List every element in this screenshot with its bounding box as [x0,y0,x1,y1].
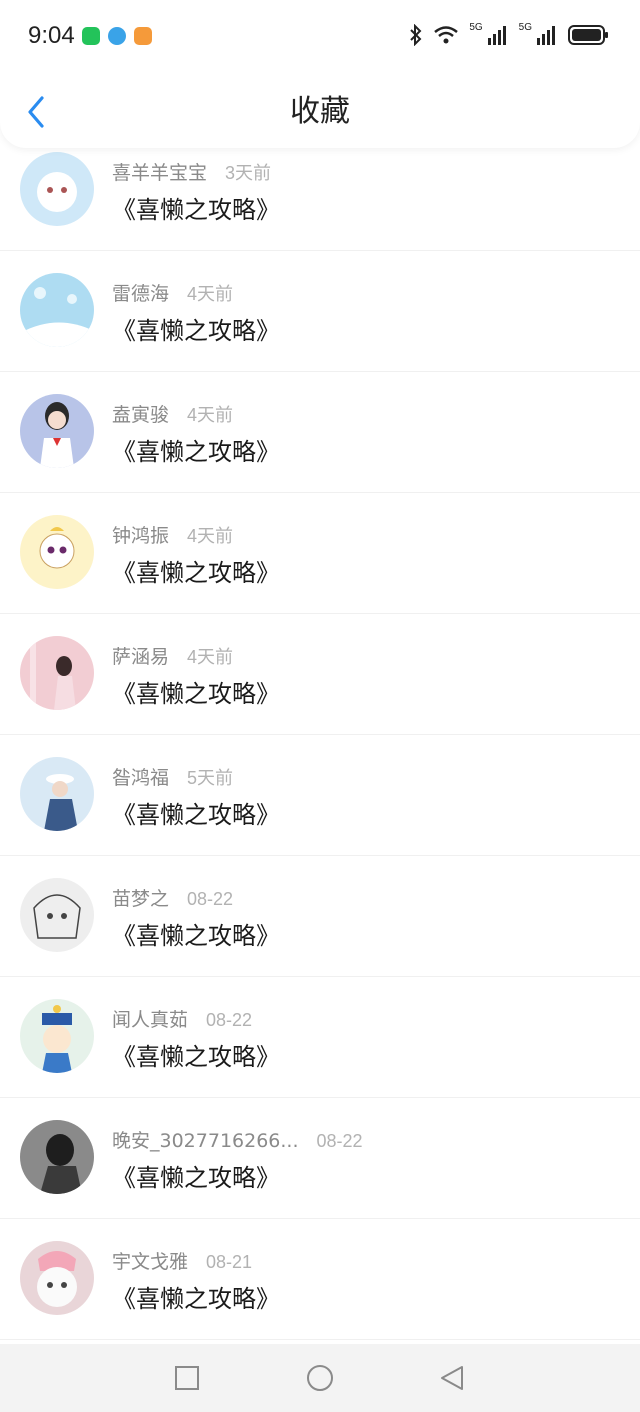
list-item[interactable]: 晚安_3027716266... 08-22 《喜懒之攻略》 [0,1098,640,1219]
signal-icon [487,26,506,45]
avatar[interactable] [20,757,94,831]
user-name: 萨涵易 [112,646,170,668]
avatar[interactable] [20,273,94,347]
avatar[interactable] [20,515,94,589]
user-name: 盍寅骏 [112,404,170,426]
status-app-icons [82,27,152,45]
item-meta: 喜羊羊宝宝 3天前 [112,158,271,185]
signal-label: 5G [518,21,532,33]
item-title: 《喜懒之攻略》 [112,196,280,224]
item-title: 《喜懒之攻略》 [112,1043,280,1071]
list-item[interactable]: 雷德海 4天前 《喜懒之攻略》 [0,251,640,372]
list-item[interactable]: 闻人真茹 08-22 《喜懒之攻略》 [0,977,640,1098]
item-meta: 萨涵易 4天前 [112,642,233,669]
item-time: 4天前 [187,526,234,546]
signal-icon [537,26,555,45]
status-right: 5G 5G [409,21,610,46]
list-item[interactable]: 昝鸿福 5天前 《喜懒之攻略》 [0,735,640,856]
item-time: 08-22 [206,1010,253,1030]
avatar[interactable] [20,152,94,226]
signal-label: 5G [469,21,483,33]
favorites-list: 喜羊羊宝宝 3天前 《喜懒之攻略》 雷德海 4天前 《喜懒之攻略》 盍寅骏 4天… [0,130,640,1340]
avatar[interactable] [20,1120,94,1194]
item-time: 3天前 [225,163,272,183]
home-icon [307,1365,333,1391]
item-title: 《喜懒之攻略》 [112,1164,280,1192]
item-meta: 昝鸿福 5天前 [112,763,233,790]
wifi-icon [434,26,459,44]
item-meta: 钟鸿振 4天前 [112,521,233,548]
item-meta: 盍寅骏 4天前 [112,400,233,427]
item-meta: 苗梦之 08-22 [112,884,233,911]
avatar[interactable] [20,636,94,710]
list-item[interactable]: 钟鸿振 4天前 《喜懒之攻略》 [0,493,640,614]
system-nav-bar [0,1344,640,1412]
item-meta: 雷德海 4天前 [112,279,233,306]
browser-icon [108,27,126,45]
user-name: 昝鸿福 [112,767,170,789]
user-name: 晚安_3027716266... [112,1130,299,1152]
item-title: 《喜懒之攻略》 [112,559,280,587]
wechat-icon [82,27,100,45]
item-title: 《喜懒之攻略》 [112,1285,280,1313]
user-name: 闻人真茹 [112,1009,189,1031]
item-meta: 闻人真茹 08-22 [112,1005,252,1032]
item-title: 《喜懒之攻略》 [112,438,280,466]
list-item[interactable]: 萨涵易 4天前 《喜懒之攻略》 [0,614,640,735]
item-time: 5天前 [187,768,234,788]
list-item[interactable]: 喜羊羊宝宝 3天前 《喜懒之攻略》 [0,130,640,251]
avatar[interactable] [20,1241,94,1315]
user-name: 喜羊羊宝宝 [112,162,208,184]
avatar[interactable] [20,999,94,1073]
list-item[interactable]: 宇文戈雅 08-21 《喜懒之攻略》 [0,1219,640,1340]
user-name: 雷德海 [112,283,170,305]
avatar[interactable] [20,878,94,952]
item-time: 4天前 [187,405,234,425]
user-name: 钟鸿振 [112,525,170,547]
recent-apps-button[interactable] [173,1364,201,1392]
header: 9:04 5G 5G 收藏 [0,0,640,148]
item-time: 4天前 [187,284,234,304]
item-title: 《喜懒之攻略》 [112,801,280,829]
item-title: 《喜懒之攻略》 [112,317,280,345]
item-title: 《喜懒之攻略》 [112,680,280,708]
avatar[interactable] [20,394,94,468]
back-icon [441,1366,463,1390]
item-title: 《喜懒之攻略》 [112,922,280,950]
status-bar: 9:04 5G 5G [0,0,640,74]
item-time: 4天前 [187,647,234,667]
video-icon [134,27,152,45]
list-item[interactable]: 苗梦之 08-22 《喜懒之攻略》 [0,856,640,977]
item-time: 08-22 [316,1131,363,1151]
item-time: 08-22 [187,889,234,909]
status-time: 9:04 [28,22,75,49]
list-item[interactable]: 盍寅骏 4天前 《喜懒之攻略》 [0,372,640,493]
user-name: 宇文戈雅 [112,1251,189,1273]
back-nav-button[interactable] [438,1364,466,1392]
item-time: 08-21 [206,1252,253,1272]
bluetooth-icon [410,24,422,46]
item-meta: 宇文戈雅 08-21 [112,1247,252,1274]
home-button[interactable] [306,1364,334,1392]
user-name: 苗梦之 [112,888,170,910]
battery-icon [568,25,608,45]
item-meta: 晚安_3027716266... 08-22 [112,1126,363,1153]
recent-apps-icon [175,1366,199,1390]
page-title: 收藏 [290,94,350,129]
